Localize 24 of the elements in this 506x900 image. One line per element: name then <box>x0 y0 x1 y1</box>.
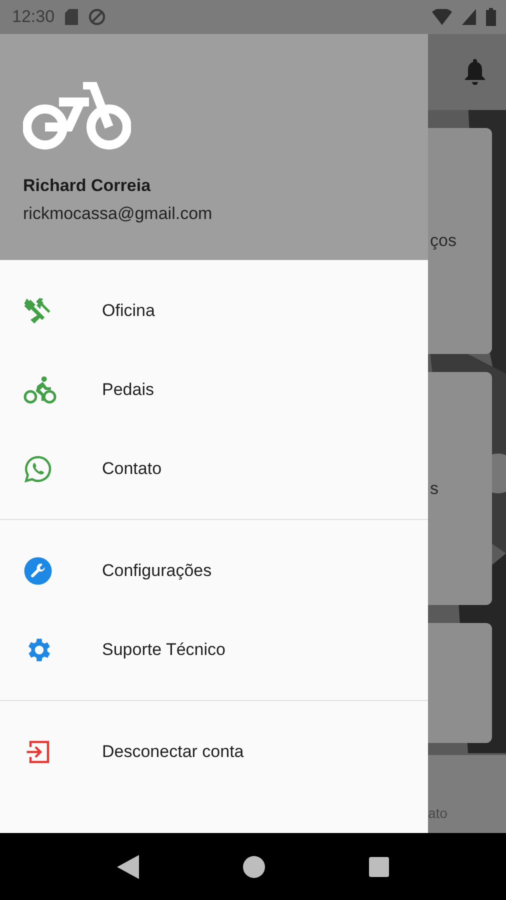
tools-icon <box>23 296 53 326</box>
menu-item[interactable]: Pedais <box>0 350 428 429</box>
battery-icon <box>486 8 496 26</box>
menu-item[interactable]: Oficina <box>0 271 428 350</box>
card[interactable]: ços <box>428 128 492 354</box>
card[interactable]: s <box>428 372 492 605</box>
user-email: rickmocassa@gmail.com <box>23 204 214 224</box>
chat-phone-icon <box>23 454 53 484</box>
menu-item[interactable]: Suporte Técnico <box>0 610 428 689</box>
blocked-circle-icon <box>88 8 106 26</box>
user-name: Richard Correia <box>23 176 152 196</box>
bell-icon[interactable] <box>464 59 486 85</box>
menu-item[interactable]: Configurações <box>0 531 428 610</box>
cyclist-icon <box>23 374 57 404</box>
wifi-icon <box>432 9 452 25</box>
recents-button[interactable] <box>369 856 389 876</box>
menu-item[interactable]: Desconectar conta <box>0 712 428 791</box>
back-button[interactable] <box>117 854 139 878</box>
menu-item[interactable]: Contato <box>0 429 428 508</box>
home-button[interactable] <box>243 856 265 878</box>
sd-card-icon <box>64 9 78 25</box>
signal-icon <box>462 9 476 25</box>
status-time: 12:30 <box>12 7 55 27</box>
wrench-icon <box>23 556 53 586</box>
